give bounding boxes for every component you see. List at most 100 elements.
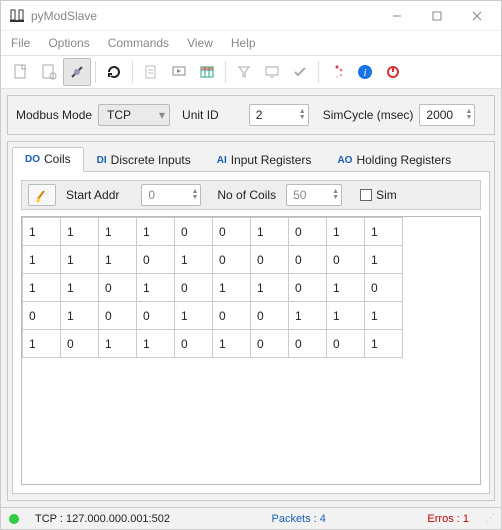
- coil-cell[interactable]: 0: [251, 302, 289, 330]
- coil-cell[interactable]: 0: [175, 218, 213, 246]
- coil-cell[interactable]: 0: [365, 274, 403, 302]
- power-icon[interactable]: [379, 58, 407, 86]
- table-icon[interactable]: [193, 58, 221, 86]
- count-stepper[interactable]: 50 ▲▼: [286, 184, 342, 206]
- coil-cell[interactable]: 0: [137, 246, 175, 274]
- coil-cell[interactable]: 0: [23, 302, 61, 330]
- coil-cell[interactable]: 1: [365, 246, 403, 274]
- coil-cell[interactable]: 0: [289, 274, 327, 302]
- app-icon: [9, 8, 25, 24]
- coil-cell[interactable]: 1: [365, 302, 403, 330]
- sim-checkbox-group[interactable]: Sim: [360, 188, 397, 202]
- coil-cell[interactable]: 1: [365, 218, 403, 246]
- coil-cell[interactable]: 1: [137, 330, 175, 358]
- table-row: 1110100001: [23, 246, 403, 274]
- coil-cell[interactable]: 1: [23, 218, 61, 246]
- coil-cell[interactable]: 1: [175, 246, 213, 274]
- doc-icon[interactable]: [137, 58, 165, 86]
- loading-icon[interactable]: [323, 58, 351, 86]
- coil-cell[interactable]: 0: [289, 218, 327, 246]
- sim-checkbox[interactable]: [360, 189, 372, 201]
- coil-cell[interactable]: 1: [99, 246, 137, 274]
- coil-cell[interactable]: 1: [23, 246, 61, 274]
- filter-icon[interactable]: [230, 58, 258, 86]
- open-icon[interactable]: [35, 58, 63, 86]
- coil-cell[interactable]: 1: [61, 274, 99, 302]
- coil-cell[interactable]: 1: [213, 274, 251, 302]
- tab-coils[interactable]: DO Coils: [12, 147, 84, 172]
- coil-cell[interactable]: 1: [137, 274, 175, 302]
- coil-cell[interactable]: 1: [251, 274, 289, 302]
- coil-cell[interactable]: 1: [175, 302, 213, 330]
- startaddr-stepper[interactable]: 0 ▲▼: [141, 184, 201, 206]
- clear-button[interactable]: [28, 184, 56, 206]
- coil-cell[interactable]: 0: [213, 246, 251, 274]
- minimize-button[interactable]: [377, 2, 417, 30]
- coil-cell[interactable]: 0: [327, 330, 365, 358]
- mode-select[interactable]: TCP ▾: [98, 104, 170, 126]
- coil-cell[interactable]: 0: [99, 274, 137, 302]
- coil-cell[interactable]: 0: [289, 330, 327, 358]
- coil-cell[interactable]: 1: [99, 218, 137, 246]
- new-icon[interactable]: [7, 58, 35, 86]
- coils-toolbar: Start Addr 0 ▲▼ No of Coils 50 ▲▼ Sim: [21, 180, 481, 210]
- coil-cell[interactable]: 1: [23, 330, 61, 358]
- coil-cell[interactable]: 1: [327, 302, 365, 330]
- screen-icon[interactable]: [258, 58, 286, 86]
- menu-file[interactable]: File: [11, 36, 30, 50]
- refresh-icon[interactable]: [100, 58, 128, 86]
- toolbar: i: [1, 55, 501, 89]
- menu-commands[interactable]: Commands: [108, 36, 169, 50]
- tab-discrete[interactable]: DI Discrete Inputs: [84, 148, 204, 172]
- unitid-stepper[interactable]: 2 ▲▼: [249, 104, 309, 126]
- check-icon[interactable]: [286, 58, 314, 86]
- coil-cell[interactable]: 0: [327, 246, 365, 274]
- coil-cell[interactable]: 0: [61, 330, 99, 358]
- coil-cell[interactable]: 0: [175, 330, 213, 358]
- coil-cell[interactable]: 0: [251, 246, 289, 274]
- coil-cell[interactable]: 0: [175, 274, 213, 302]
- sim-label: Sim: [376, 188, 397, 202]
- window-title: pyModSlave: [31, 9, 377, 23]
- coil-cell[interactable]: 0: [137, 302, 175, 330]
- count-value: 50: [293, 188, 328, 202]
- status-errors: Erros : 1: [427, 513, 469, 525]
- coil-cell[interactable]: 1: [213, 330, 251, 358]
- coil-cell[interactable]: 0: [213, 302, 251, 330]
- tab-body: Start Addr 0 ▲▼ No of Coils 50 ▲▼ Sim 11…: [12, 171, 490, 494]
- resize-grip-icon[interactable]: ⋰: [485, 513, 493, 524]
- monitor-icon[interactable]: [165, 58, 193, 86]
- coil-cell[interactable]: 1: [327, 274, 365, 302]
- table-row: 0100100111: [23, 302, 403, 330]
- status-packets: Packets : 4: [271, 513, 325, 525]
- menu-options[interactable]: Options: [48, 36, 89, 50]
- close-button[interactable]: [457, 2, 497, 30]
- coil-cell[interactable]: 1: [61, 246, 99, 274]
- menu-view[interactable]: View: [187, 36, 213, 50]
- coil-cell[interactable]: 1: [289, 302, 327, 330]
- coil-cell[interactable]: 1: [61, 302, 99, 330]
- coil-cell[interactable]: 0: [213, 218, 251, 246]
- coil-cell[interactable]: 1: [99, 330, 137, 358]
- table-row: 1111001011: [23, 218, 403, 246]
- startaddr-value: 0: [148, 188, 187, 202]
- coil-cell[interactable]: 1: [61, 218, 99, 246]
- maximize-button[interactable]: [417, 2, 457, 30]
- coil-cell[interactable]: 1: [137, 218, 175, 246]
- coil-cell[interactable]: 1: [23, 274, 61, 302]
- coil-cell[interactable]: 1: [365, 330, 403, 358]
- tab-holding[interactable]: AO Holding Registers: [324, 148, 464, 172]
- config-panel: Modbus Mode TCP ▾ Unit ID 2 ▲▼ SimCycle …: [7, 95, 495, 135]
- coil-cell[interactable]: 0: [251, 330, 289, 358]
- tab-input[interactable]: AI Input Registers: [204, 148, 325, 172]
- connect-icon[interactable]: [63, 58, 91, 86]
- title-bar: pyModSlave: [1, 1, 501, 31]
- menu-help[interactable]: Help: [231, 36, 256, 50]
- coil-cell[interactable]: 1: [327, 218, 365, 246]
- coil-cell[interactable]: 0: [99, 302, 137, 330]
- coils-grid[interactable]: 1111001011111010000111010110100100100111…: [21, 216, 481, 485]
- info-icon[interactable]: i: [351, 58, 379, 86]
- coil-cell[interactable]: 1: [251, 218, 289, 246]
- coil-cell[interactable]: 0: [289, 246, 327, 274]
- simcycle-stepper[interactable]: 2000 ▲▼: [419, 104, 475, 126]
